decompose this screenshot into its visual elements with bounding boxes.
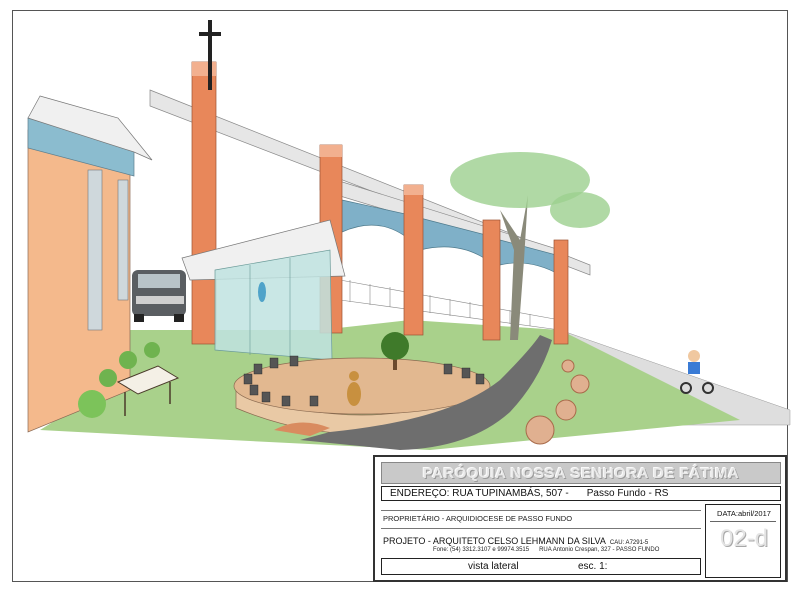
info-panel: PROPRIETÁRIO - ARQUIDIOCESE DE PASSO FUN… xyxy=(381,504,701,578)
phone-text: Fone: (54) 3312.3107 e 99974.3515 xyxy=(433,547,530,553)
drawing-sheet: PARÓQUIA NOSSA SENHORA DE FÁTIMA ENDEREÇ… xyxy=(0,0,800,591)
owner-text: PROPRIETÁRIO - ARQUIDIOCESE DE PASSO FUN… xyxy=(383,514,573,523)
scale-label: esc. 1: xyxy=(578,561,608,572)
view-row: vista lateral esc. 1: xyxy=(381,558,701,575)
street-text: RUA Antonio Crespan, 327 - PASSO FUNDO xyxy=(539,547,660,553)
view-label: vista lateral xyxy=(468,561,519,572)
date-text: DATA:abril/2017 xyxy=(717,509,771,518)
contact-row: Fone: (54) 3312.3107 e 99974.3515 RUA Ant… xyxy=(433,547,659,553)
sheet-number: 02-d xyxy=(719,525,769,552)
address-text: ENDEREÇO: RUA TUPINAMBÁS, 507 - xyxy=(390,488,569,499)
divider-line xyxy=(381,528,701,529)
divider-line xyxy=(381,510,701,511)
cau-text: CAU: A7291-5 xyxy=(609,540,649,546)
dog-icon xyxy=(347,371,361,406)
title-block: PARÓQUIA NOSSA SENHORA DE FÁTIMA ENDEREÇ… xyxy=(373,455,787,582)
fence xyxy=(339,279,561,331)
divider-line xyxy=(710,521,776,522)
car-icon xyxy=(132,270,186,322)
address-row: ENDEREÇO: RUA TUPINAMBÁS, 507 - Passo Fun… xyxy=(381,486,781,501)
project-title: PARÓQUIA NOSSA SENHORA DE FÁTIMA xyxy=(422,465,740,482)
architect-text: PROJETO - ARQUITETO CELSO LEHMANN DA SIL… xyxy=(383,536,606,546)
city-text: Passo Fundo - RS xyxy=(586,488,669,499)
date-box: DATA:abril/2017 02-d xyxy=(705,504,781,578)
project-row: PROJETO - ARQUITETO CELSO LEHMANN DA SIL… xyxy=(381,536,648,546)
project-title-bar: PARÓQUIA NOSSA SENHORA DE FÁTIMA xyxy=(381,462,781,484)
